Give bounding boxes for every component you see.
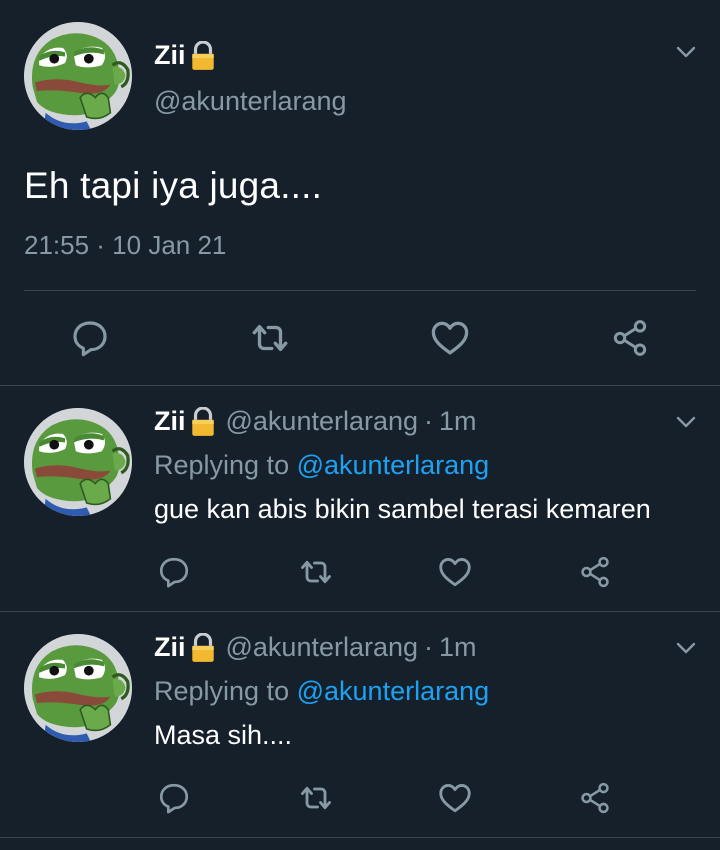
author-name[interactable]: Zii — [154, 632, 186, 663]
reply-time[interactable]: 1m — [439, 406, 477, 437]
avatar[interactable] — [24, 408, 132, 516]
tweet-timestamp[interactable]: 21:55 · 10 Jan 21 — [24, 230, 226, 261]
reply-button[interactable] — [150, 548, 198, 596]
mention-link[interactable]: @akunterlarang — [297, 676, 490, 706]
author-handle[interactable]: @akunterlarang — [226, 406, 419, 437]
share-button[interactable] — [606, 314, 654, 362]
reply-icon — [157, 555, 191, 589]
replying-to-prefix: Replying to — [154, 676, 290, 706]
like-icon — [437, 780, 473, 816]
author-name-text: Zii — [154, 40, 186, 70]
retweet-button[interactable] — [292, 774, 340, 822]
like-button[interactable] — [431, 548, 479, 596]
like-icon — [429, 317, 471, 359]
divider — [0, 837, 720, 838]
author-handle[interactable]: @akunterlarang — [154, 86, 347, 117]
retweet-icon — [249, 317, 291, 359]
like-button[interactable] — [431, 774, 479, 822]
separator-dot: · — [424, 632, 434, 662]
retweet-icon — [298, 780, 334, 816]
share-button[interactable] — [571, 548, 619, 596]
chevron-down-icon — [674, 40, 698, 64]
tweet-text: Eh tapi iya juga.... — [24, 165, 323, 206]
reply-icon — [157, 781, 191, 815]
lock-icon — [190, 41, 216, 71]
share-icon — [578, 781, 612, 815]
author-name[interactable]: Zii — [154, 40, 216, 71]
avatar[interactable] — [24, 22, 132, 130]
pepe-frog-avatar-image — [24, 634, 132, 742]
chevron-down-icon — [674, 410, 698, 434]
pepe-frog-avatar-image — [24, 22, 132, 130]
tweet-menu-button[interactable] — [674, 636, 698, 665]
author-handle[interactable]: @akunterlarang — [226, 632, 419, 663]
replying-to: Replying to @akunterlarang — [154, 450, 489, 481]
reply-tweet[interactable]: Zii @akunterlarang · 1m Replying to @aku… — [0, 386, 720, 612]
reply-tweet[interactable]: Zii @akunterlarang · 1m Replying to @aku… — [0, 612, 720, 838]
retweet-button[interactable] — [292, 548, 340, 596]
tweet-actions — [0, 546, 720, 594]
mention-link[interactable]: @akunterlarang — [297, 450, 490, 480]
lock-icon — [190, 407, 216, 437]
main-tweet: Zii @akunterlarang Eh tapi iya juga.... … — [0, 0, 720, 386]
retweet-button[interactable] — [246, 314, 294, 362]
tweet-menu-button[interactable] — [674, 410, 698, 439]
like-button[interactable] — [426, 314, 474, 362]
tweet-menu-button[interactable] — [674, 40, 698, 69]
share-icon — [578, 555, 612, 589]
reply-text: gue kan abis bikin sambel terasi kemaren — [154, 494, 651, 524]
chevron-down-icon — [674, 636, 698, 660]
tweet-actions — [0, 310, 720, 366]
reply-time[interactable]: 1m — [439, 632, 477, 663]
separator-dot: · — [424, 406, 434, 436]
reply-button[interactable] — [150, 774, 198, 822]
like-icon — [437, 554, 473, 590]
reply-header: Zii @akunterlarang · 1m — [154, 632, 477, 663]
reply-header: Zii @akunterlarang · 1m — [154, 406, 477, 437]
share-icon — [610, 318, 650, 358]
lock-icon — [190, 633, 216, 663]
reply-icon — [70, 318, 110, 358]
pepe-frog-avatar-image — [24, 408, 132, 516]
avatar[interactable] — [24, 634, 132, 742]
replying-to: Replying to @akunterlarang — [154, 676, 489, 707]
reply-text: Masa sih.... — [154, 720, 293, 750]
retweet-icon — [298, 554, 334, 590]
divider — [24, 290, 696, 291]
tweet-actions — [0, 772, 720, 820]
replying-to-prefix: Replying to — [154, 450, 290, 480]
author-name[interactable]: Zii — [154, 406, 186, 437]
share-button[interactable] — [571, 774, 619, 822]
reply-button[interactable] — [66, 314, 114, 362]
